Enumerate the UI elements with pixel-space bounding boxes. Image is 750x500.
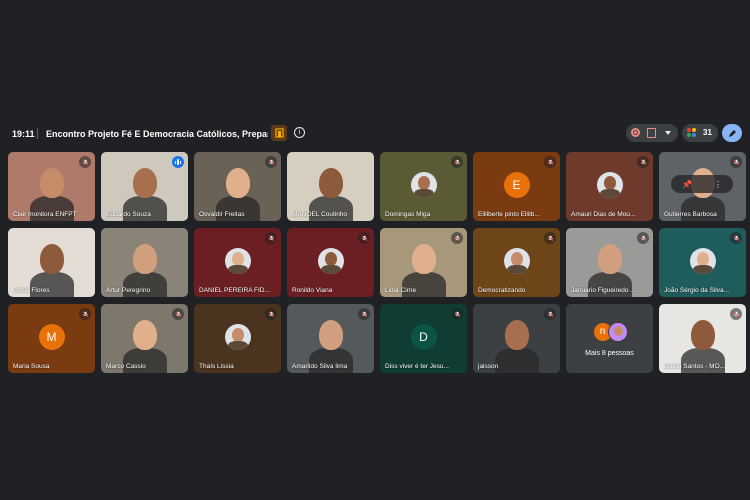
- mic-off-icon: [451, 308, 463, 320]
- participant-initial: M: [38, 323, 65, 350]
- participant-name: Artur Peregrino: [106, 287, 151, 294]
- participant-name: Domingas Miga: [385, 211, 431, 218]
- meeting-info-icon[interactable]: i: [294, 127, 305, 138]
- mic-off-icon: [451, 232, 463, 244]
- participant-tile[interactable]: DANIEL PEREIRA FID...: [194, 228, 281, 297]
- participant-name: Diss viver é ter Jesu...: [385, 363, 449, 370]
- mic-off-icon: [544, 232, 556, 244]
- participant-tile[interactable]: Amarildo Silva lima: [287, 304, 374, 373]
- participant-name: Lidia Cirne: [385, 287, 417, 294]
- participant-tile[interactable]: Januario Figueiredo ...: [566, 228, 653, 297]
- participant-tile[interactable]: D Diss viver é ter Jesu...: [380, 304, 467, 373]
- participant-tile[interactable]: n Mais 8 pessoas: [566, 304, 653, 373]
- participant-name: Ronildo Viana: [292, 287, 333, 294]
- participant-name: Januario Figueiredo ...: [571, 287, 636, 294]
- divider: [37, 128, 38, 139]
- mic-off-icon: [730, 308, 742, 320]
- participant-tile[interactable]: jaisson: [473, 304, 560, 373]
- participant-tile[interactable]: João Sérgio da Silva...: [659, 228, 746, 297]
- mic-off-icon: [172, 308, 184, 320]
- participant-tile[interactable]: Sonia Flores: [8, 228, 95, 297]
- participant-initial: D: [410, 323, 437, 350]
- people-button[interactable]: 31: [682, 124, 718, 142]
- participant-name: Maria Sousa: [13, 363, 50, 370]
- participant-tile[interactable]: Domingas Miga: [380, 152, 467, 221]
- mic-off-icon: [451, 156, 463, 168]
- meeting-title[interactable]: Encontro Projeto Fé E Democracia Católic…: [46, 129, 268, 139]
- pin-icon[interactable]: 📌: [682, 180, 692, 189]
- host-controls-icon[interactable]: [271, 125, 287, 141]
- mic-off-icon: [544, 156, 556, 168]
- recording-activities-button[interactable]: [626, 124, 678, 142]
- participant-tile[interactable]: E Ellilberte pinto Ellilb...: [473, 152, 560, 221]
- participant-name: Amauri Dias de Mou...: [571, 211, 636, 218]
- participant-name: Clair monitora ENFPT: [13, 211, 77, 218]
- participant-name: Thaís Lissia: [199, 363, 234, 370]
- participant-tile[interactable]: Clair monitora ENFPT: [8, 152, 95, 221]
- more-participants-avatars: n: [592, 321, 629, 344]
- companion-edit-button[interactable]: [722, 124, 742, 142]
- participant-name: Bruna Santos - MO...: [664, 363, 726, 370]
- participant-tile[interactable]: Lidia Cirne: [380, 228, 467, 297]
- participant-tile[interactable]: 📌 ⋮ Gutierres Barbosa: [659, 152, 746, 221]
- mic-off-icon: [79, 308, 91, 320]
- mic-off-icon: [544, 308, 556, 320]
- participant-tile[interactable]: Osvaldir Freitas: [194, 152, 281, 221]
- recording-icon: [631, 128, 640, 137]
- speaking-indicator-icon: [172, 156, 184, 168]
- participant-name: Amarildo Silva lima: [292, 363, 348, 370]
- participant-initial: E: [503, 171, 530, 198]
- participant-avatar: [503, 247, 530, 274]
- participant-avatar: [224, 323, 251, 350]
- mic-off-icon: [79, 156, 91, 168]
- participant-avatar: [410, 171, 437, 198]
- activities-icon: [647, 128, 656, 138]
- participant-name: Eduardo Souza: [106, 211, 151, 218]
- more-participants-label: Mais 8 pessoas: [585, 350, 634, 357]
- participant-name: João Sérgio da Silva...: [664, 287, 730, 294]
- participant-name: jaisson: [478, 363, 499, 370]
- mic-off-icon: [730, 232, 742, 244]
- mic-off-icon: [637, 232, 649, 244]
- participant-tile[interactable]: Democratizando: [473, 228, 560, 297]
- mic-off-icon: [637, 156, 649, 168]
- participant-tile[interactable]: Ronildo Viana: [287, 228, 374, 297]
- chevron-down-icon: [665, 131, 671, 135]
- participant-name: Marco Cassio: [106, 363, 146, 370]
- mic-off-icon: [265, 232, 277, 244]
- participant-name: DANIEL PEREIRA FID...: [199, 287, 270, 294]
- participant-name: Gutierres Barbosa: [664, 211, 717, 218]
- participant-count: 31: [703, 128, 712, 137]
- participant-avatar: [689, 247, 716, 274]
- participant-avatar: [607, 321, 628, 342]
- mic-off-icon: [265, 308, 277, 320]
- participant-avatar: [317, 247, 344, 274]
- participant-name: Osvaldir Freitas: [199, 211, 245, 218]
- mic-off-icon: [730, 156, 742, 168]
- participant-avatar: [224, 247, 251, 274]
- meeting-clock: 19:11: [12, 129, 35, 139]
- participant-avatar: [596, 171, 623, 198]
- participant-tile[interactable]: Thaís Lissia: [194, 304, 281, 373]
- participant-tile[interactable]: Eduardo Souza: [101, 152, 188, 221]
- participant-name: MANOEL Coutinho: [292, 211, 348, 218]
- meeting-top-bar: 19:11 Encontro Projeto Fé E Democracia C…: [0, 124, 750, 144]
- participant-name: Sonia Flores: [13, 287, 50, 294]
- participant-tile[interactable]: Marco Cassio: [101, 304, 188, 373]
- more-options-icon[interactable]: ⋮: [714, 180, 722, 189]
- participant-name: Ellilberte pinto Ellilb...: [478, 211, 540, 218]
- people-icon: [687, 128, 697, 138]
- participant-tile[interactable]: Artur Peregrino: [101, 228, 188, 297]
- participant-tile[interactable]: Amauri Dias de Mou...: [566, 152, 653, 221]
- mic-off-icon: [358, 232, 370, 244]
- mic-off-icon: [265, 156, 277, 168]
- participant-name: Democratizando: [478, 287, 526, 294]
- participant-tile[interactable]: M Maria Sousa: [8, 304, 95, 373]
- mic-off-icon: [358, 308, 370, 320]
- participant-tile[interactable]: Bruna Santos - MO...: [659, 304, 746, 373]
- participant-tile[interactable]: MANOEL Coutinho: [287, 152, 374, 221]
- pencil-icon: [728, 129, 736, 137]
- tile-hover-controls[interactable]: 📌 ⋮: [671, 175, 733, 193]
